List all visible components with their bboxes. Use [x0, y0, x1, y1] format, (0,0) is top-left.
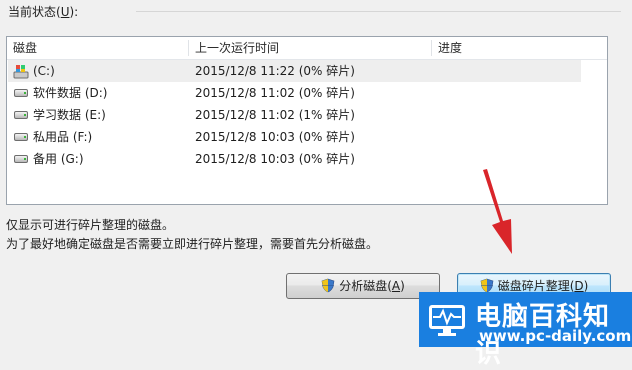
uac-shield-icon [321, 278, 335, 293]
column-header-disk[interactable]: 磁盘 [7, 37, 187, 59]
last-run-time: 2015/12/8 10:03 (0% 碎片) [195, 152, 355, 166]
column-header-progress[interactable]: 进度 [432, 37, 582, 59]
hard-drive-icon [14, 133, 28, 141]
analyze-disk-button[interactable]: 分析磁盘(A) [286, 273, 440, 299]
disk-row-e[interactable]: 学习数据 (E:) 2015/12/8 11:02 (1% 碎片) [8, 104, 581, 126]
disk-name: 私用品 (F:) [33, 130, 93, 144]
uac-shield-icon [480, 278, 494, 293]
last-run-time: 2015/12/8 11:02 (1% 碎片) [195, 108, 355, 122]
disk-name: 学习数据 (E:) [33, 108, 106, 122]
disk-row-d[interactable]: 软件数据 (D:) 2015/12/8 11:02 (0% 碎片) [8, 82, 581, 104]
disk-row-g[interactable]: 备用 (G:) 2015/12/8 10:03 (0% 碎片) [8, 148, 581, 170]
hard-drive-icon [14, 155, 28, 163]
last-run-time: 2015/12/8 11:02 (0% 碎片) [195, 86, 355, 100]
current-status-label: 当前状态(U): [8, 5, 79, 19]
system-drive-icon [13, 65, 29, 79]
brand-watermark: 电脑百科知识 www.pc-daily.com [419, 292, 632, 369]
disk-row-c[interactable]: (C:) 2015/12/8 11:22 (0% 碎片) [8, 60, 581, 82]
disk-row-f[interactable]: 私用品 (F:) 2015/12/8 10:03 (0% 碎片) [8, 126, 581, 148]
column-header-last-run[interactable]: 上一次运行时间 [189, 37, 431, 59]
info-text-analyze-hint: 为了最好地确定磁盘是否需要立即进行碎片整理，需要首先分析磁盘。 [6, 237, 379, 251]
disk-name: (C:) [33, 64, 55, 78]
hard-drive-icon [14, 111, 28, 119]
list-header: 磁盘 上一次运行时间 进度 [7, 37, 607, 60]
disk-name: 备用 (G:) [33, 152, 84, 166]
brand-url: www.pc-daily.com [479, 327, 632, 345]
hard-drive-icon [14, 89, 28, 97]
disk-list[interactable]: 磁盘 上一次运行时间 进度 (C:) 2015/12/8 11:22 (0% 碎… [6, 36, 608, 205]
info-text-eligible-disks: 仅显示可进行碎片整理的磁盘。 [6, 218, 175, 232]
disk-name: 软件数据 (D:) [33, 86, 108, 100]
last-run-time: 2015/12/8 10:03 (0% 碎片) [195, 130, 355, 144]
last-run-time: 2015/12/8 11:22 (0% 碎片) [195, 64, 355, 78]
monitor-heartbeat-logo-icon [429, 305, 465, 336]
status-divider [136, 11, 621, 12]
